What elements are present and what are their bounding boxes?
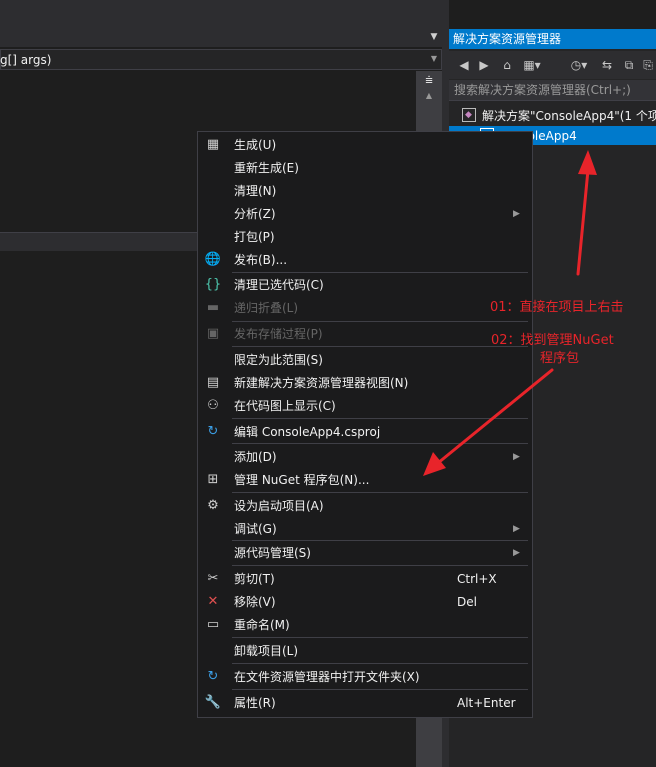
annotation-arrows — [423, 150, 597, 476]
annotation-step1: 01：直接在项目上右击 — [490, 300, 624, 315]
arrow-to-nuget — [436, 368, 554, 465]
annotation-step2-line1: 02：找到管理NuGet — [491, 333, 614, 348]
arrow-head-down-icon — [423, 452, 446, 476]
arrow-head-up-icon — [578, 150, 597, 175]
arrow-to-project — [576, 168, 590, 276]
annotation-step2-line2: 程序包 — [540, 351, 580, 366]
